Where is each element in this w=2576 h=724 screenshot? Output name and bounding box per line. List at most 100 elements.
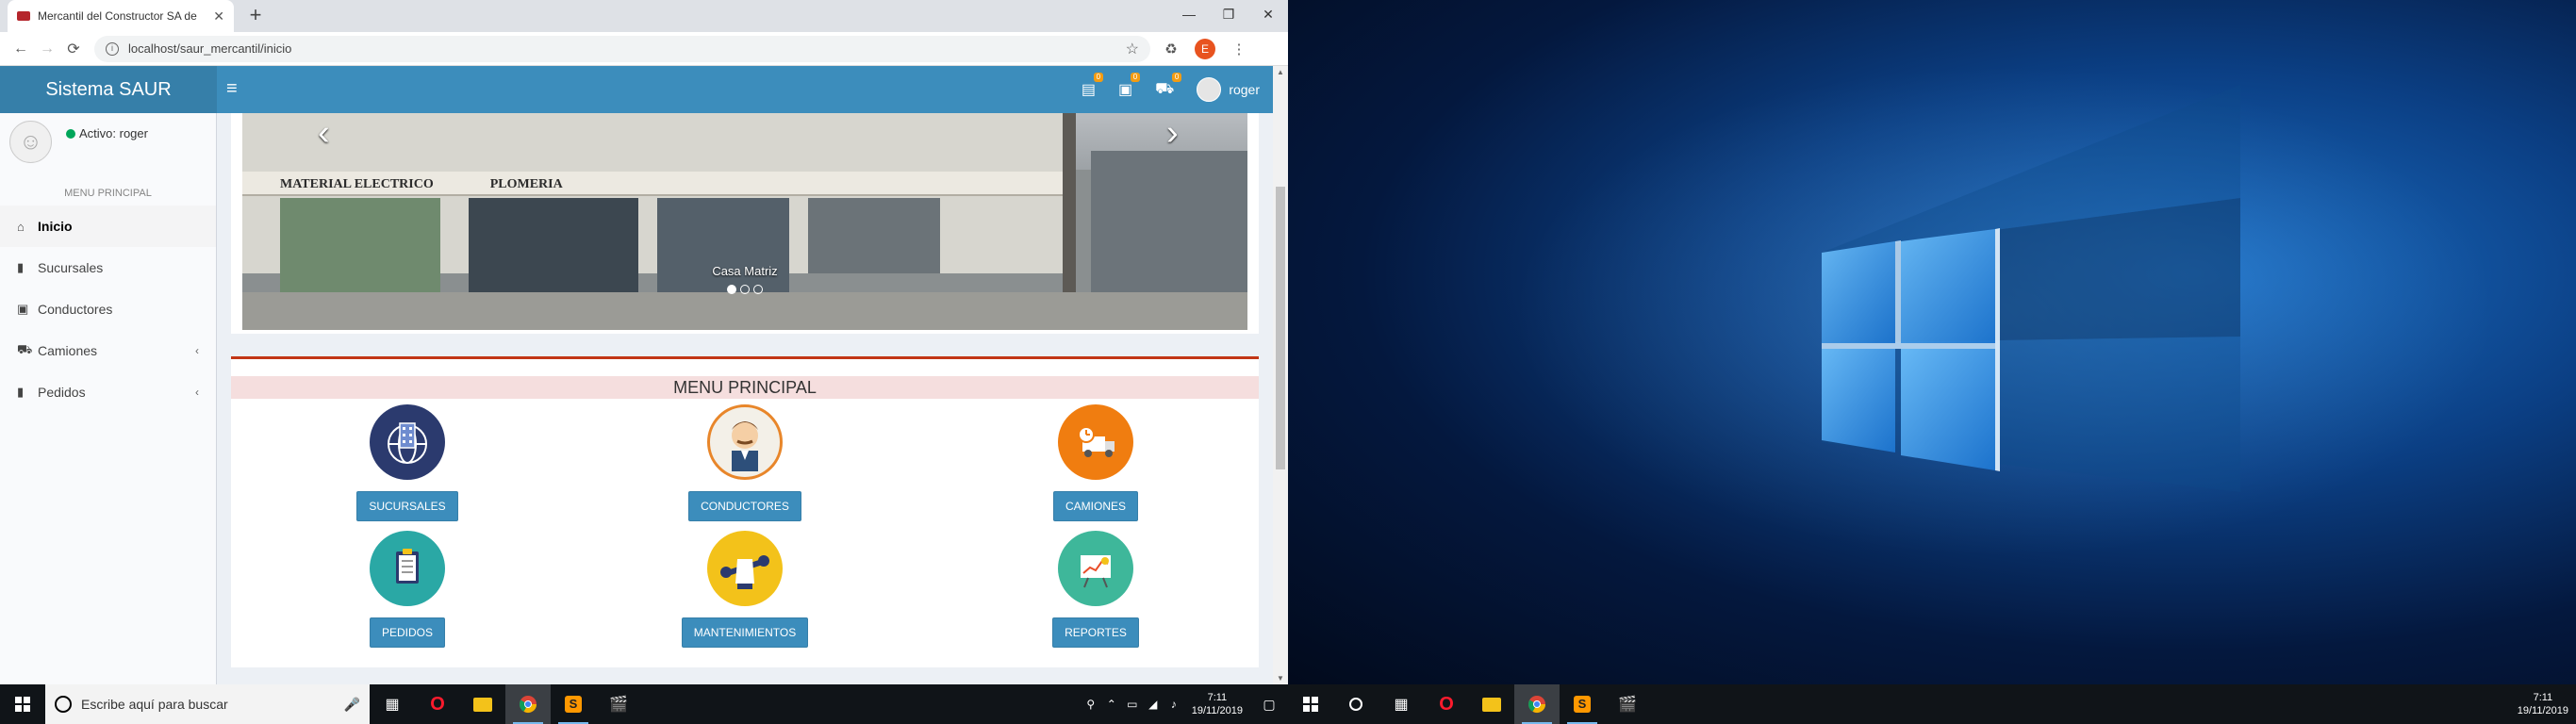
carousel-prev-icon[interactable]: ‹ [318, 113, 330, 154]
taskbar-clock[interactable]: 7:11 19/11/2019 [2510, 691, 2576, 717]
image-carousel[interactable]: MATERIAL ELECTRICO PLOMERIA ‹ › Casa Mat… [242, 113, 1247, 330]
pedidos-button[interactable]: PEDIDOS [369, 617, 445, 648]
site-info-icon[interactable]: i [106, 41, 119, 56]
profile-avatar[interactable]: E [1192, 36, 1218, 62]
scrollbar-thumb[interactable] [1276, 187, 1285, 469]
app-logo[interactable]: Sistema SAUR [0, 66, 217, 113]
start-button[interactable] [0, 684, 45, 724]
sidebar-item-camiones[interactable]: ⛟ Camiones ‹ [0, 330, 216, 371]
camiones-button[interactable]: CAMIONES [1052, 491, 1138, 521]
notification-document-icon[interactable]: ▤ 0 [1082, 73, 1104, 99]
carousel-next-icon[interactable]: › [1166, 113, 1179, 154]
file-explorer-icon[interactable] [460, 684, 505, 724]
browser-tab[interactable]: Mercantil del Constructor SA de ✕ [8, 0, 234, 32]
user-status-text: Activo: roger [79, 126, 148, 140]
movies-clapper-icon[interactable]: 🎬 [596, 684, 641, 724]
conductores-button[interactable]: CONDUCTORES [688, 491, 801, 521]
movies-clapper-icon[interactable]: 🎬 [1605, 684, 1650, 724]
store-sign: MATERIAL ELECTRICO [280, 177, 434, 191]
storefront [657, 198, 789, 292]
task-view-icon[interactable]: ▦ [370, 684, 415, 724]
reload-button[interactable]: ⟳ [60, 36, 87, 62]
truck-clock-icon[interactable] [1058, 404, 1133, 480]
storefront [808, 198, 940, 273]
user-menu-name[interactable]: roger [1229, 82, 1260, 97]
taskbar-search-input[interactable]: Escribe aquí para buscar 🎤 [45, 684, 370, 724]
opera-icon[interactable]: O [1424, 684, 1469, 724]
action-center-icon[interactable]: ▢ [1250, 697, 1288, 713]
sidebar-item-conductores[interactable]: ▣ Conductores [0, 288, 216, 330]
show-hidden-icons-chevron-up-icon[interactable]: ⌃ [1101, 698, 1122, 711]
battery-icon[interactable]: ▭ [1122, 698, 1143, 711]
volume-icon[interactable]: ♪ [1164, 698, 1184, 711]
carousel-indicators [242, 285, 1247, 294]
chrome-icon[interactable] [1514, 684, 1560, 724]
carousel-caption: Casa Matriz [712, 264, 778, 278]
right-monitor-desktop [1288, 0, 2576, 684]
mantenimientos-button[interactable]: MANTENIMIENTOS [681, 617, 809, 648]
notification-car-icon[interactable]: ⛟ 0 [1155, 73, 1182, 99]
app-header: Sistema SAUR ≡ ▤ 0 ▣ 0 ⛟ 0 roger [0, 66, 1273, 113]
clock-time: 7:11 [2533, 692, 2553, 703]
minimize-button[interactable]: — [1169, 0, 1209, 28]
reportes-button[interactable]: REPORTES [1052, 617, 1139, 648]
opera-icon[interactable]: O [415, 684, 460, 724]
menu-item-camiones: CAMIONES [1001, 404, 1190, 521]
new-tab-button[interactable]: + [243, 4, 268, 28]
wrench-hand-icon[interactable] [707, 531, 783, 606]
close-window-button[interactable]: ✕ [1248, 0, 1288, 28]
clock-time: 7:11 [1207, 692, 1228, 703]
people-icon[interactable]: ⚲ [1081, 698, 1101, 711]
back-button[interactable]: ← [8, 36, 34, 62]
extension-recycle-icon[interactable]: ♻ [1158, 36, 1184, 62]
network-icon[interactable]: ◢ [1143, 698, 1164, 711]
browser-tab-strip: Mercantil del Constructor SA de ✕ + — ❐ … [0, 0, 1288, 32]
sidebar-toggle-icon[interactable]: ≡ [226, 78, 238, 100]
sublime-text-icon[interactable]: S [1560, 684, 1605, 724]
chevron-left-icon: ‹ [195, 344, 199, 357]
truck-icon: ⛟ [17, 342, 33, 356]
driver-icon[interactable] [707, 404, 783, 480]
book-icon: ▮ [17, 385, 25, 399]
user-avatar[interactable] [1197, 77, 1222, 102]
sidebar-item-inicio[interactable]: ⌂ Inicio [0, 206, 216, 247]
id-card-icon: ▣ [17, 302, 29, 316]
taskbar-clock[interactable]: 7:11 19/11/2019 [1184, 691, 1250, 717]
menu-item-reportes: REPORTES [1001, 531, 1190, 648]
sucursales-button[interactable]: SUCURSALES [356, 491, 458, 521]
address-bar[interactable]: i localhost/saur_mercantil/inicio ☆ [94, 35, 1150, 62]
sublime-text-icon[interactable]: S [551, 684, 596, 724]
menu-title: MENU PRINCIPAL [231, 376, 1259, 399]
cortana-circle-icon[interactable] [1333, 684, 1379, 724]
notification-id-card-icon[interactable]: ▣ 0 [1118, 73, 1141, 99]
scroll-down-icon[interactable]: ▼ [1277, 674, 1284, 683]
left-monitor: Mercantil del Constructor SA de ✕ + — ❐ … [0, 0, 1288, 724]
sidebar-item-label: Camiones [38, 343, 98, 358]
site-favicon-icon [17, 11, 30, 21]
sidebar-item-pedidos[interactable]: ▮ Pedidos ‹ [0, 371, 216, 413]
clock-date: 19/11/2019 [1191, 705, 1243, 716]
microphone-icon[interactable]: 🎤 [344, 697, 360, 713]
scroll-up-icon[interactable]: ▲ [1277, 68, 1284, 76]
building-globe-icon[interactable] [370, 404, 445, 480]
tab-close-icon[interactable]: ✕ [213, 8, 224, 25]
bookmark-star-icon[interactable]: ☆ [1126, 40, 1139, 58]
chart-board-icon[interactable] [1058, 531, 1133, 606]
start-button[interactable] [1288, 684, 1333, 724]
carousel-indicator[interactable] [727, 285, 736, 294]
carousel-indicator[interactable] [740, 285, 750, 294]
search-placeholder: Escribe aquí para buscar [81, 697, 228, 712]
browser-menu-icon[interactable]: ⋮ [1226, 36, 1252, 62]
system-tray: 7:11 19/11/2019 [2510, 684, 2576, 724]
user-status: Activo: roger [66, 126, 148, 140]
file-explorer-icon[interactable] [1469, 684, 1514, 724]
clipboard-icon[interactable] [370, 531, 445, 606]
chrome-icon[interactable] [505, 684, 551, 724]
page-scrollbar[interactable]: ▲ ▼ [1273, 66, 1288, 684]
sidebar-item-sucursales[interactable]: ▮ Sucursales [0, 247, 216, 288]
maximize-button[interactable]: ❐ [1209, 0, 1248, 28]
task-view-icon[interactable]: ▦ [1379, 684, 1424, 724]
forward-button[interactable]: → [34, 36, 60, 62]
menu-item-conductores: CONDUCTORES [651, 404, 839, 521]
carousel-indicator[interactable] [753, 285, 763, 294]
